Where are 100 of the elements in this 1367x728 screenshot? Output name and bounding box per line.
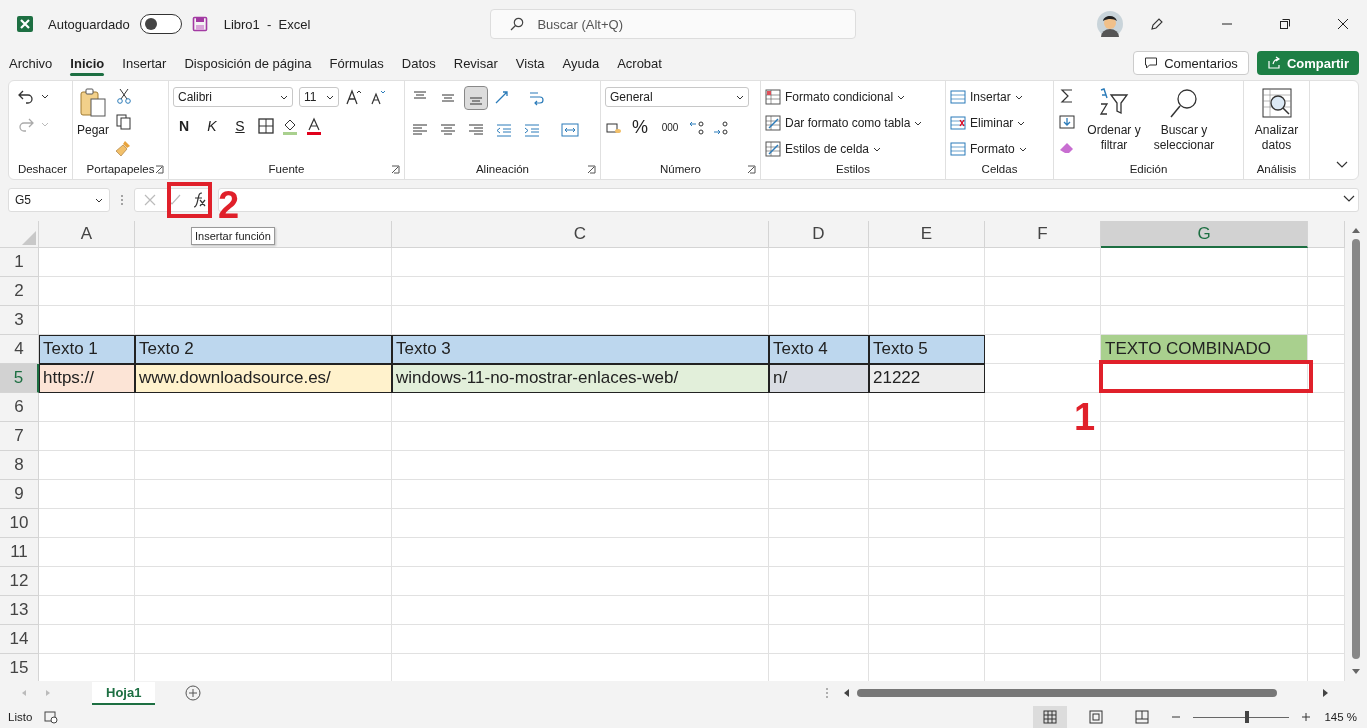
accessibility-icon[interactable]	[44, 710, 59, 724]
styles-menu-button[interactable]: Estilos de celda	[765, 139, 882, 159]
fill-down-icon[interactable]	[1058, 113, 1076, 131]
add-sheet-icon[interactable]	[185, 685, 202, 701]
save-icon[interactable]	[191, 16, 208, 32]
row-header[interactable]: 7	[0, 422, 39, 451]
column-header[interactable]: G	[1101, 221, 1308, 248]
group-label: Edición	[1129, 163, 1168, 175]
group-label: Alineación	[475, 163, 530, 175]
paste-button[interactable]: Pegar	[77, 87, 110, 137]
ribbon-tab[interactable]: Acrobat	[608, 49, 671, 77]
close-icon[interactable]	[1337, 18, 1349, 30]
ribbon-tab[interactable]: Fórmulas	[320, 49, 393, 77]
italic-button[interactable]: K	[201, 118, 223, 134]
row-header[interactable]: 11	[0, 538, 39, 567]
copy-icon[interactable]	[115, 113, 134, 131]
chevron-icon[interactable]	[41, 92, 49, 100]
cells-menu-button[interactable]: Formato	[950, 139, 1027, 159]
chevron-icon	[897, 93, 906, 101]
ribbon-tab[interactable]: Datos	[392, 49, 445, 77]
expand-icon[interactable]	[1343, 195, 1355, 203]
borders-icon[interactable]	[257, 117, 275, 135]
row-header[interactable]: 5	[0, 364, 39, 393]
shrink-font-icon[interactable]	[369, 88, 387, 106]
zoom-in-icon[interactable]	[1301, 712, 1311, 722]
row-header[interactable]: 12	[0, 567, 39, 596]
font-color-icon[interactable]	[305, 117, 323, 135]
column-header[interactable]: E	[869, 221, 985, 248]
comments-button[interactable]: Comentarios	[1133, 51, 1249, 75]
share-button[interactable]: Compartir	[1256, 51, 1359, 75]
wrap-text-icon[interactable]	[527, 89, 545, 107]
scissors-icon[interactable]	[115, 87, 134, 105]
row-header[interactable]: 10	[0, 509, 39, 538]
align-icon[interactable]	[465, 87, 487, 109]
styles-menu-button[interactable]: Dar formato como tabla	[765, 113, 923, 133]
ribbon-tab[interactable]: Insertar	[113, 49, 176, 77]
find-select-button[interactable]: Buscar y seleccionar	[1152, 87, 1216, 153]
ribbon-tab[interactable]: Archivo	[0, 49, 62, 77]
launcher-icon[interactable]	[587, 164, 596, 174]
avatar-icon[interactable]	[1097, 11, 1123, 37]
row-header[interactable]: 9	[0, 480, 39, 509]
launcher-icon[interactable]	[391, 164, 400, 174]
collapse-ribbon-icon[interactable]	[1336, 161, 1348, 169]
thousands-button[interactable]: 000	[657, 122, 683, 133]
row-header[interactable]: 15	[0, 654, 39, 681]
cells-menu-button[interactable]: Eliminar	[950, 113, 1026, 133]
ribbon-tab[interactable]: Revisar	[444, 49, 507, 77]
table-cell: 21222	[869, 364, 985, 393]
autosave-toggle[interactable]	[139, 14, 182, 34]
cells-menu-button[interactable]: Insertar	[950, 87, 1023, 107]
row-header[interactable]: 2	[0, 277, 39, 306]
sheet-tab[interactable]: Hoja1	[92, 681, 156, 705]
table-cell: www.downloadsource.es/	[135, 364, 392, 393]
sort-filter-button[interactable]: Ordenar y filtrar	[1082, 87, 1146, 153]
grow-font-icon[interactable]	[345, 88, 363, 106]
name-box[interactable]: G5	[8, 188, 110, 212]
table-style-icon	[765, 141, 781, 157]
bold-button[interactable]: N	[173, 118, 195, 134]
chevron-icon	[95, 196, 103, 204]
table-cell: Texto 3	[392, 335, 769, 364]
column-header[interactable]: A	[39, 221, 135, 248]
row-header[interactable]: 14	[0, 625, 39, 654]
analyze-icon	[1260, 87, 1293, 119]
clipboard-icon	[77, 87, 109, 119]
column-header[interactable]: D	[769, 221, 869, 248]
restore-icon[interactable]	[1279, 18, 1291, 30]
table-cell: https://	[39, 364, 135, 393]
fill-color-icon[interactable]	[281, 117, 299, 135]
cells-icon	[950, 141, 966, 157]
column-header[interactable]: C	[392, 221, 769, 248]
launcher-icon[interactable]	[747, 164, 756, 174]
ribbon-tab[interactable]: Ayuda	[553, 49, 609, 77]
increase-decimal-icon[interactable]	[689, 118, 707, 137]
percent-button[interactable]: %	[629, 117, 651, 138]
normal-view-icon[interactable]	[1033, 706, 1067, 728]
group-label: Análisis	[1256, 163, 1297, 175]
number-format-dropdown[interactable]: General	[605, 87, 749, 107]
analyze-data-button[interactable]: Analizar datos	[1248, 87, 1305, 153]
zoom-level[interactable]: 145 %	[1323, 711, 1357, 723]
font-family-dropdown[interactable]: Calibri	[173, 87, 293, 107]
table-cell: windows-11-no-mostrar-enlaces-web/	[392, 364, 769, 393]
launcher-icon[interactable]	[155, 164, 164, 174]
zoom-slider-thumb[interactable]	[1244, 711, 1249, 723]
ribbon-tab[interactable]: Inicio	[61, 49, 114, 77]
styles-menu-button[interactable]: Formato condicional	[765, 87, 906, 107]
row-header[interactable]: 6	[0, 393, 39, 422]
search-field[interactable]: Buscar (Alt+Q)	[490, 9, 857, 39]
row-header[interactable]: 1	[0, 248, 39, 277]
ribbon-tab[interactable]: Vista	[506, 49, 554, 77]
row-header[interactable]: 4	[0, 335, 39, 364]
row-header[interactable]: 13	[0, 596, 39, 625]
row-header[interactable]: 8	[0, 451, 39, 480]
font-size-dropdown[interactable]: 11	[299, 87, 339, 107]
row-header[interactable]: 3	[0, 306, 39, 335]
underline-button[interactable]: S	[229, 118, 251, 134]
ribbon-tab[interactable]: Disposición de página	[175, 49, 321, 77]
drag-handle-icon[interactable]	[120, 193, 124, 207]
pen-icon[interactable]	[1149, 16, 1165, 32]
autosave-label: Autoguardado	[48, 16, 130, 32]
decrease-decimal-icon[interactable]	[713, 118, 731, 137]
